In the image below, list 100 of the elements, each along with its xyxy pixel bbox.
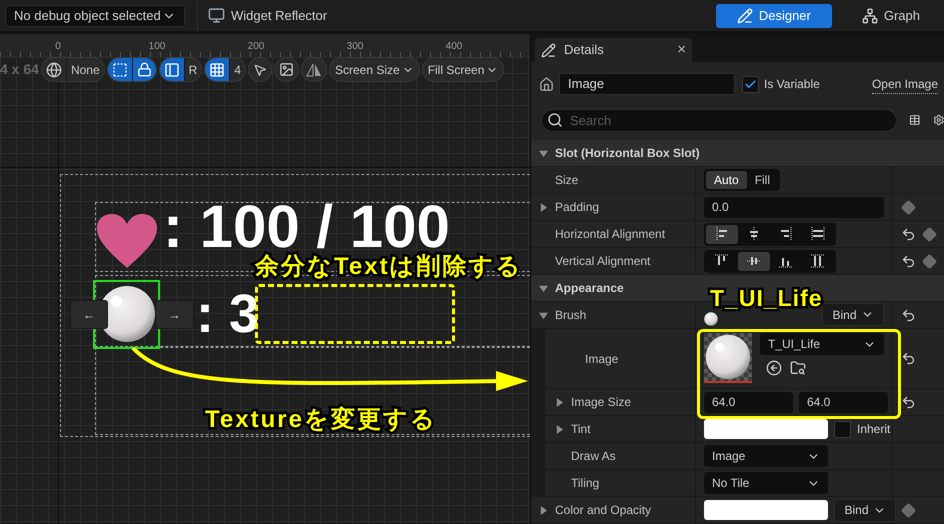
toolbar-dropdown[interactable]: Fill Screen <box>422 58 504 81</box>
expand-arrow-icon[interactable] <box>555 398 564 406</box>
dashed-square-icon <box>112 62 128 78</box>
color-swatch[interactable] <box>704 500 828 520</box>
inherit-label: Inherit <box>857 421 890 438</box>
widget-size-label: 4 x 64 <box>0 60 39 79</box>
layout-icon <box>164 62 180 78</box>
ruler-tick-label: 0 <box>55 40 61 54</box>
reset-icon[interactable] <box>901 226 916 242</box>
browse-folder-icon[interactable] <box>790 360 806 376</box>
count-text: : 3 <box>196 287 260 341</box>
collapse-arrow-icon[interactable] <box>539 284 548 292</box>
globe-icon <box>46 62 62 78</box>
pencil-icon <box>736 8 753 24</box>
tab-title: Details <box>564 41 604 60</box>
property-label: Tint <box>571 421 591 438</box>
property-label: Image <box>585 350 618 368</box>
image-icon <box>278 62 294 77</box>
property-label: Horizontal Alignment <box>555 226 666 243</box>
alignment-option[interactable] <box>738 252 770 270</box>
alignment-icon <box>810 253 826 269</box>
nudge-right-button[interactable]: → <box>155 300 194 329</box>
property-label: Vertical Alignment <box>555 253 650 270</box>
reset-icon[interactable] <box>901 308 916 322</box>
toolbar-button[interactable] <box>160 58 184 81</box>
number-field[interactable]: 64.0 <box>704 392 793 412</box>
alignment-icon <box>714 226 730 242</box>
annotation-text: 余分なTextは削除する <box>255 252 523 282</box>
property-label: Size <box>555 172 578 189</box>
dropdown[interactable]: No Tile <box>704 472 828 494</box>
segment-option[interactable]: Auto <box>706 171 747 189</box>
variable-checkbox[interactable] <box>742 76 759 92</box>
inherit-checkbox[interactable] <box>834 420 851 438</box>
details-tab[interactable]: Details × <box>535 38 692 62</box>
mode-tab[interactable]: Graph <box>852 4 930 28</box>
dropdown[interactable]: T_UI_Life <box>760 333 884 355</box>
widget-reflector-button[interactable]: Widget Reflector <box>208 6 328 26</box>
details-icon <box>541 42 556 58</box>
graph-icon <box>862 8 878 24</box>
property-label: Image Size <box>571 394 632 411</box>
use-selected-icon[interactable] <box>766 360 782 376</box>
toolbar-button[interactable] <box>205 58 230 81</box>
alignment-icon <box>810 226 826 242</box>
ruler-tick-label: 200 <box>248 40 264 54</box>
sphere-image <box>705 334 751 380</box>
nudge-left-button[interactable]: ← <box>70 300 108 329</box>
expand-arrow-icon[interactable] <box>555 424 564 434</box>
toolbar-button[interactable]: 4 <box>229 58 245 81</box>
alignment-option[interactable] <box>706 224 738 244</box>
number-field[interactable]: 64.0 <box>799 392 888 412</box>
property-label: Color and Opacity <box>555 502 652 519</box>
reset-icon[interactable] <box>901 351 916 366</box>
ruler-tick-label: 300 <box>346 40 364 54</box>
debug-object-dropdown[interactable]: No debug object selected <box>5 4 185 26</box>
toolbar-dropdown[interactable]: Screen Size <box>330 58 419 81</box>
toolbar-button[interactable] <box>108 58 132 81</box>
ruler-tick-label: 100 <box>148 40 166 54</box>
property-label: Brush <box>555 307 586 324</box>
check-icon <box>744 78 757 90</box>
toolbar-button[interactable] <box>132 58 156 81</box>
texture-thumbnail[interactable] <box>704 333 752 383</box>
collapse-arrow-icon[interactable] <box>539 148 548 158</box>
expand-arrow-icon[interactable] <box>539 202 548 212</box>
segment-option[interactable]: Fill <box>746 171 778 189</box>
bind-dropdown[interactable]: Bind <box>834 498 896 522</box>
section-header[interactable]: Slot (Horizontal Box Slot) <box>531 140 944 167</box>
mode-tab[interactable]: Designer <box>716 4 832 28</box>
reset-icon[interactable] <box>901 394 916 410</box>
lock-icon <box>136 62 152 77</box>
property-label: Padding <box>555 199 600 216</box>
property-label: Tiling <box>571 475 600 492</box>
section-title: Appearance <box>555 280 624 297</box>
collapse-arrow-icon[interactable] <box>539 310 548 320</box>
reset-icon[interactable] <box>901 254 916 268</box>
annotation-text: Textureを変更する <box>205 405 437 435</box>
property-label: Draw As <box>571 448 616 465</box>
checkbox-label: Is Variable <box>764 76 820 93</box>
close-button[interactable]: × <box>677 38 686 62</box>
flip-icon <box>306 62 322 78</box>
sphere-thumbnail <box>704 312 718 326</box>
ruler-tick-label: 400 <box>446 40 462 54</box>
settings-icon[interactable] <box>932 112 944 128</box>
toolbar-button[interactable]: R <box>184 58 202 81</box>
alignment-icon <box>778 226 794 242</box>
text-field[interactable]: 0.0 <box>704 196 884 218</box>
cursor-icon <box>252 62 267 76</box>
name-field[interactable]: Image <box>559 73 735 95</box>
toolbar-button[interactable] <box>42 58 66 81</box>
open-image-link[interactable]: Open Image <box>872 74 938 94</box>
heart-image <box>97 214 157 268</box>
bind-dropdown[interactable]: Bind <box>822 303 884 326</box>
section-title: Slot (Horizontal Box Slot) <box>555 145 700 162</box>
color-swatch[interactable] <box>704 419 828 439</box>
table-icon[interactable] <box>909 112 920 128</box>
search-field[interactable]: Search <box>541 108 897 132</box>
dropdown[interactable]: Image <box>704 445 828 467</box>
monitor-icon <box>208 7 225 24</box>
grid-icon <box>209 62 226 78</box>
expand-arrow-icon[interactable] <box>539 506 548 514</box>
toolbar-button[interactable]: None <box>66 58 104 81</box>
